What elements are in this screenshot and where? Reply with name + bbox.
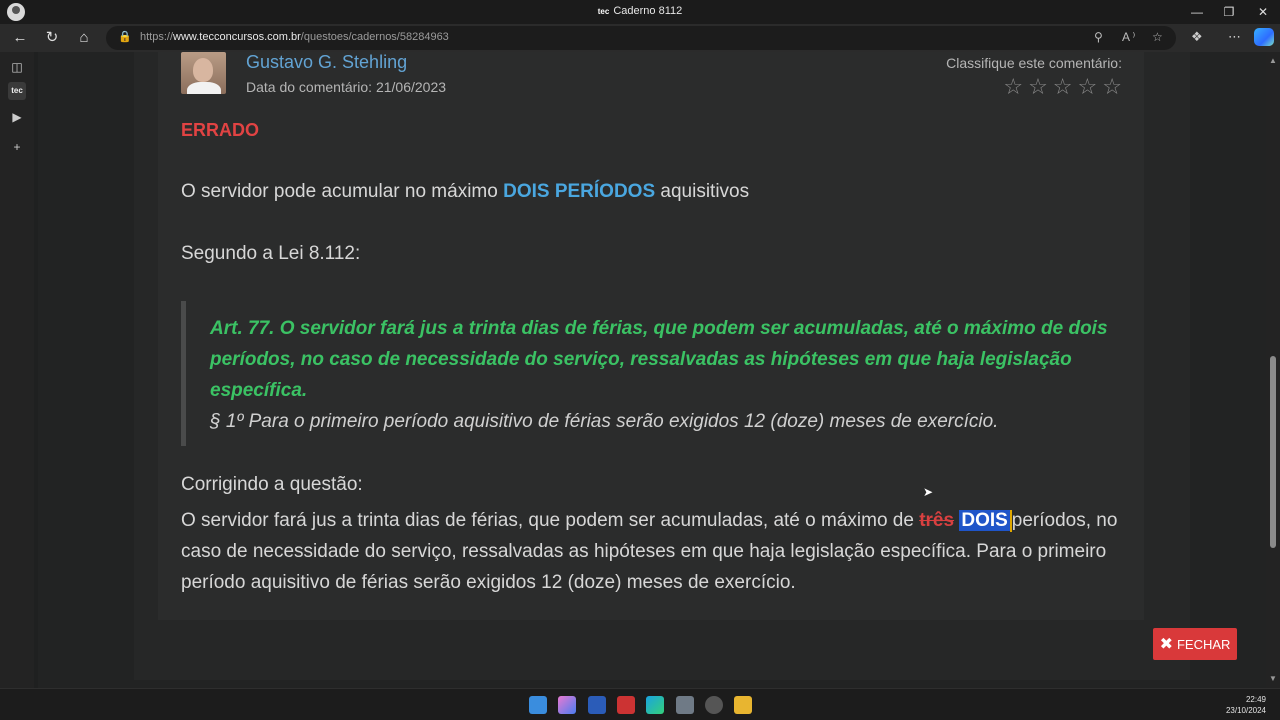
law-paragraph: § 1º Para o primeiro período aquisitivo … xyxy=(210,411,999,432)
scroll-thumb[interactable] xyxy=(1270,356,1276,548)
page-scrollbar[interactable]: ▲ ▼ xyxy=(1266,52,1280,688)
start-icon[interactable] xyxy=(529,696,547,714)
refresh-icon[interactable]: ↻ xyxy=(41,27,63,49)
window-title: tec Caderno 8112 xyxy=(597,5,683,17)
comment-date: Data do comentário: 21/06/2023 xyxy=(246,79,447,95)
law-article: Art. 77. O servidor fará jus a trinta di… xyxy=(210,318,1108,401)
lock-icon[interactable]: 🔒 xyxy=(118,30,132,43)
close-window-button[interactable]: ✕ xyxy=(1246,0,1280,24)
star-icon[interactable]: ☆ xyxy=(1053,74,1073,100)
correction-label: Corrigindo a questão: xyxy=(181,474,363,495)
settings-icon[interactable] xyxy=(676,696,694,714)
mouse-pointer-icon: ➤ xyxy=(923,485,934,499)
taskbar: 22:49 23/10/2024 xyxy=(0,688,1280,720)
app-tab-icon[interactable]: ▶ xyxy=(8,108,26,126)
close-modal-button[interactable]: ✖ FECHAR xyxy=(1153,628,1237,660)
zoom-icon[interactable]: ⚲ xyxy=(1094,30,1103,44)
comments-modal: Gustavo G. Stehling Data do comentário: … xyxy=(134,52,1237,680)
browser-sidebar: ◫ tec ▶ + xyxy=(0,52,34,688)
url-text[interactable]: https://www.tecconcursos.com.br/questoes… xyxy=(140,31,449,43)
law-quote: Art. 77. O servidor fará jus a trinta di… xyxy=(181,301,1121,446)
copilot-app-icon[interactable] xyxy=(558,696,576,714)
tab-favicon: tec xyxy=(597,7,610,16)
back-icon[interactable]: ← xyxy=(9,27,31,49)
more-options-icon[interactable]: ⋯ xyxy=(1228,29,1241,45)
correction-paragraph: O servidor fará jus a trinta dias de fér… xyxy=(181,509,1118,593)
selected-word[interactable]: DOIS xyxy=(959,510,1010,531)
minimize-button[interactable]: — xyxy=(1180,0,1214,24)
star-icon[interactable]: ☆ xyxy=(1028,74,1048,100)
scroll-up-arrow-icon[interactable]: ▲ xyxy=(1269,56,1277,65)
clock-app-icon[interactable] xyxy=(705,696,723,714)
star-icon[interactable]: ☆ xyxy=(1078,74,1098,100)
window-titlebar: tec Caderno 8112 — ❐ ✕ xyxy=(0,0,1280,24)
scroll-down-arrow-icon[interactable]: ▼ xyxy=(1269,674,1277,683)
star-icon[interactable]: ☆ xyxy=(1102,74,1122,100)
browser-toolbar: ← ↻ ⌂ 🔒 https://www.tecconcursos.com.br/… xyxy=(0,24,1280,52)
address-bar[interactable]: 🔒 https://www.tecconcursos.com.br/questo… xyxy=(106,26,1176,50)
classify-label: Classifique este comentário: xyxy=(946,55,1122,71)
page-content: Gustavo G. Stehling Data do comentário: … xyxy=(38,52,1266,688)
word-icon[interactable] xyxy=(588,696,606,714)
read-aloud-icon[interactable]: A ⁾ xyxy=(1122,30,1135,44)
author-avatar xyxy=(181,52,226,94)
law-intro: Segundo a Lei 8.112: xyxy=(181,243,361,264)
tec-tab-icon[interactable]: tec xyxy=(8,82,26,100)
snipping-tool-icon[interactable] xyxy=(617,696,635,714)
system-clock[interactable]: 22:49 23/10/2024 xyxy=(1226,694,1266,716)
tab-actions-icon[interactable]: ◫ xyxy=(8,58,26,76)
rating-stars: ☆ ☆ ☆ ☆ ☆ xyxy=(1003,74,1122,100)
struck-word: três xyxy=(919,510,955,531)
close-x-icon: ✖ xyxy=(1159,636,1173,653)
author-name[interactable]: Gustavo G. Stehling xyxy=(246,52,407,73)
file-explorer-icon[interactable] xyxy=(734,696,752,714)
extensions-icon[interactable]: ❖ xyxy=(1191,29,1203,45)
comment-card: Gustavo G. Stehling Data do comentário: … xyxy=(158,52,1144,620)
star-icon[interactable]: ☆ xyxy=(1003,74,1023,100)
summary-paragraph: O servidor pode acumular no máximo DOIS … xyxy=(181,181,750,202)
new-tab-plus-icon[interactable]: + xyxy=(8,138,26,156)
maximize-button[interactable]: ❐ xyxy=(1212,0,1246,24)
edge-icon[interactable] xyxy=(646,696,664,714)
favorite-star-icon[interactable]: ☆ xyxy=(1152,30,1163,44)
home-icon[interactable]: ⌂ xyxy=(73,27,95,49)
copilot-icon[interactable] xyxy=(1254,28,1274,46)
verdict-label: ERRADO xyxy=(181,120,260,140)
